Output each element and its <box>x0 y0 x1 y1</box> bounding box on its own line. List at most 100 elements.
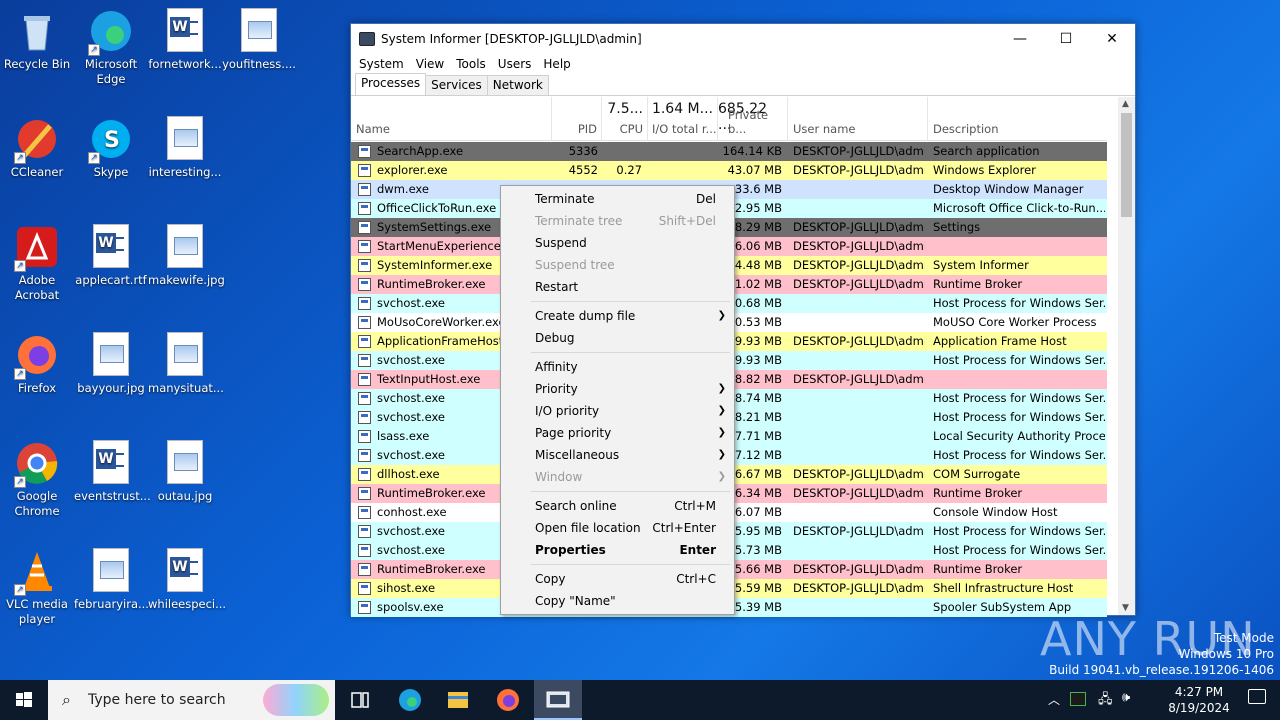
watermark-line2: Windows 10 Pro <box>1178 647 1274 661</box>
tab-services[interactable]: Services <box>425 75 488 95</box>
process-icon <box>358 354 371 367</box>
menu-item-restart[interactable]: Restart <box>501 276 734 298</box>
desktop-icon-manysituat[interactable]: manysituat... <box>148 332 224 396</box>
desktop-icon-bayyour[interactable]: bayyour.jpg <box>74 332 148 396</box>
menu-item-affinity[interactable]: Affinity <box>501 356 734 378</box>
desktop-icon-fornetwork[interactable]: Wfornetwork... <box>148 8 222 72</box>
desktop-icon-youfitness[interactable]: youfitness.... <box>222 8 296 72</box>
makewife-icon <box>162 224 208 270</box>
tab-network[interactable]: Network <box>486 75 549 95</box>
col-name-label: Name <box>356 122 390 136</box>
menu-item-i-o-priority[interactable]: I/O priority ❯ <box>501 400 734 422</box>
eventstrust-icon: W <box>88 440 134 486</box>
system-informer-taskbar-icon[interactable] <box>534 680 582 720</box>
col-cpu[interactable]: 7.5... CPU <box>602 97 648 141</box>
col-user-label: User name <box>793 122 856 136</box>
process-icon <box>358 411 371 424</box>
desktop-icon-applecart[interactable]: Wapplecart.rtf <box>74 224 148 288</box>
close-button[interactable]: ✕ <box>1089 24 1135 54</box>
col-name[interactable]: Name <box>351 97 552 141</box>
menu-tools[interactable]: Tools <box>450 57 492 71</box>
process-icon <box>358 449 371 462</box>
desktop-icon-label: youfitness.... <box>222 57 296 71</box>
taskbar-search-box[interactable]: ⌕ Type here to search <box>48 680 335 720</box>
desktop-icon-vlc-media-player[interactable]: ↗ VLC media player <box>0 548 74 627</box>
watermark-line3: Build 19041.vb_release.191206-1406 <box>1049 663 1274 677</box>
col-user[interactable]: User name <box>788 97 928 141</box>
menu-item-terminate[interactable]: Terminate Del <box>501 188 734 210</box>
recycle-bin-icon <box>14 8 60 54</box>
menu-item-label: Open file location <box>535 521 641 535</box>
process-user: DESKTOP-JGLLJLD\admi <box>793 239 925 253</box>
menu-item-properties[interactable]: Properties Enter <box>501 539 734 561</box>
network-icon[interactable]: 🖧 <box>1098 690 1113 712</box>
process-private-bytes: 164.14 KB <box>722 144 782 158</box>
menu-item-window: Window ❯ <box>501 466 734 488</box>
col-io[interactable]: 1.64 M... I/O total r... <box>648 97 718 141</box>
menu-item-page-priority[interactable]: Page priority ❯ <box>501 422 734 444</box>
process-row[interactable]: explorer.exe 4552 0.27 43.07 MB DESKTOP-JGLL… <box>351 161 1107 180</box>
search-placeholder: Type here to search <box>88 692 226 708</box>
menu-users[interactable]: Users <box>492 57 538 71</box>
desktop-icon-label: makewife.jpg <box>148 273 225 287</box>
menu-item-suspend[interactable]: Suspend <box>501 232 734 254</box>
firefox-taskbar-icon[interactable] <box>484 680 532 720</box>
desktop-icon-makewife[interactable]: makewife.jpg <box>148 224 225 288</box>
menu-help[interactable]: Help <box>537 57 576 71</box>
desktop-icon-ccleaner[interactable]: ↗ CCleaner <box>0 116 74 180</box>
process-description: Search application <box>933 144 1040 158</box>
desktop-icon-whileespeci[interactable]: Wwhileespeci... <box>148 548 226 612</box>
start-button[interactable] <box>0 680 48 720</box>
system-informer-window: System Informer [DESKTOP-JGLLJLD\admin] … <box>350 23 1136 617</box>
desktop-icon-eventstrust[interactable]: Weventstrust... <box>74 440 151 504</box>
menu-item-search-online[interactable]: Search online Ctrl+M <box>501 495 734 517</box>
menu-item-priority[interactable]: Priority ❯ <box>501 378 734 400</box>
desktop-icon-adobe-acrobat[interactable]: ↗ Adobe Acrobat <box>0 224 74 303</box>
menu-view[interactable]: View <box>410 57 450 71</box>
whileespeci-icon: W <box>162 548 208 594</box>
desktop-icon-outau[interactable]: outau.jpg <box>148 440 222 504</box>
maximize-button[interactable]: ☐ <box>1043 24 1089 54</box>
process-user: DESKTOP-JGLLJLD\admi <box>793 277 925 291</box>
scroll-thumb[interactable] <box>1121 113 1132 217</box>
file-explorer-taskbar-icon[interactable] <box>434 680 482 720</box>
process-description: Host Process for Windows Ser... <box>933 410 1105 424</box>
col-desc[interactable]: Description <box>928 97 1107 141</box>
show-hidden-icons-icon[interactable]: ︿ <box>1048 691 1060 708</box>
tab-processes[interactable]: Processes <box>355 73 427 95</box>
menu-item-copy-name[interactable]: Copy "Name" <box>501 590 734 612</box>
process-icon <box>358 582 371 595</box>
desktop-icon-februaryira[interactable]: februaryira... <box>74 548 149 612</box>
search-highlight-image <box>263 684 329 716</box>
outau-icon <box>162 440 208 486</box>
task-view-button[interactable] <box>336 680 384 720</box>
vertical-scrollbar[interactable]: ▲ ▼ <box>1118 97 1135 615</box>
menu-item-open-file-location[interactable]: Open file location Ctrl+Enter <box>501 517 734 539</box>
desktop-icon-firefox[interactable]: ↗ Firefox <box>0 332 74 396</box>
desktop-icon-label: manysituat... <box>148 381 224 395</box>
menu-item-debug[interactable]: Debug <box>501 327 734 349</box>
menu-system[interactable]: System <box>353 57 410 71</box>
nvidia-tray-icon[interactable] <box>1070 692 1086 706</box>
scroll-up-icon[interactable]: ▲ <box>1122 99 1129 109</box>
process-description: Application Frame Host <box>933 334 1067 348</box>
col-pid[interactable]: PID <box>552 97 602 141</box>
menu-item-miscellaneous[interactable]: Miscellaneous ❯ <box>501 444 734 466</box>
desktop-icon-recycle-bin[interactable]: Recycle Bin <box>0 8 74 72</box>
process-icon <box>358 506 371 519</box>
taskbar-clock[interactable]: 4:27 PM 8/19/2024 <box>1164 684 1234 716</box>
process-row[interactable]: SearchApp.exe 5336 164.14 KB DESKTOP-JGLLJL… <box>351 142 1107 161</box>
desktop-icon-skype[interactable]: S ↗ Skype <box>74 116 148 180</box>
edge-taskbar-icon[interactable] <box>386 680 434 720</box>
desktop-icon-microsoft-edge[interactable]: ↗ Microsoft Edge <box>74 8 148 87</box>
desktop-icon-interesting[interactable]: interesting... <box>148 116 222 180</box>
menu-separator <box>531 301 730 302</box>
desktop-icon-google-chrome[interactable]: ↗ Google Chrome <box>0 440 74 519</box>
menu-item-create-dump-file[interactable]: Create dump file ❯ <box>501 305 734 327</box>
minimize-button[interactable]: — <box>997 24 1043 54</box>
col-private[interactable]: 685.22 ... Private b... <box>718 97 788 141</box>
sound-icon[interactable]: 🕪 <box>1122 690 1130 705</box>
notifications-icon[interactable] <box>1248 689 1266 704</box>
menu-item-copy[interactable]: Copy Ctrl+C <box>501 568 734 590</box>
process-description: MoUSO Core Worker Process <box>933 315 1097 329</box>
